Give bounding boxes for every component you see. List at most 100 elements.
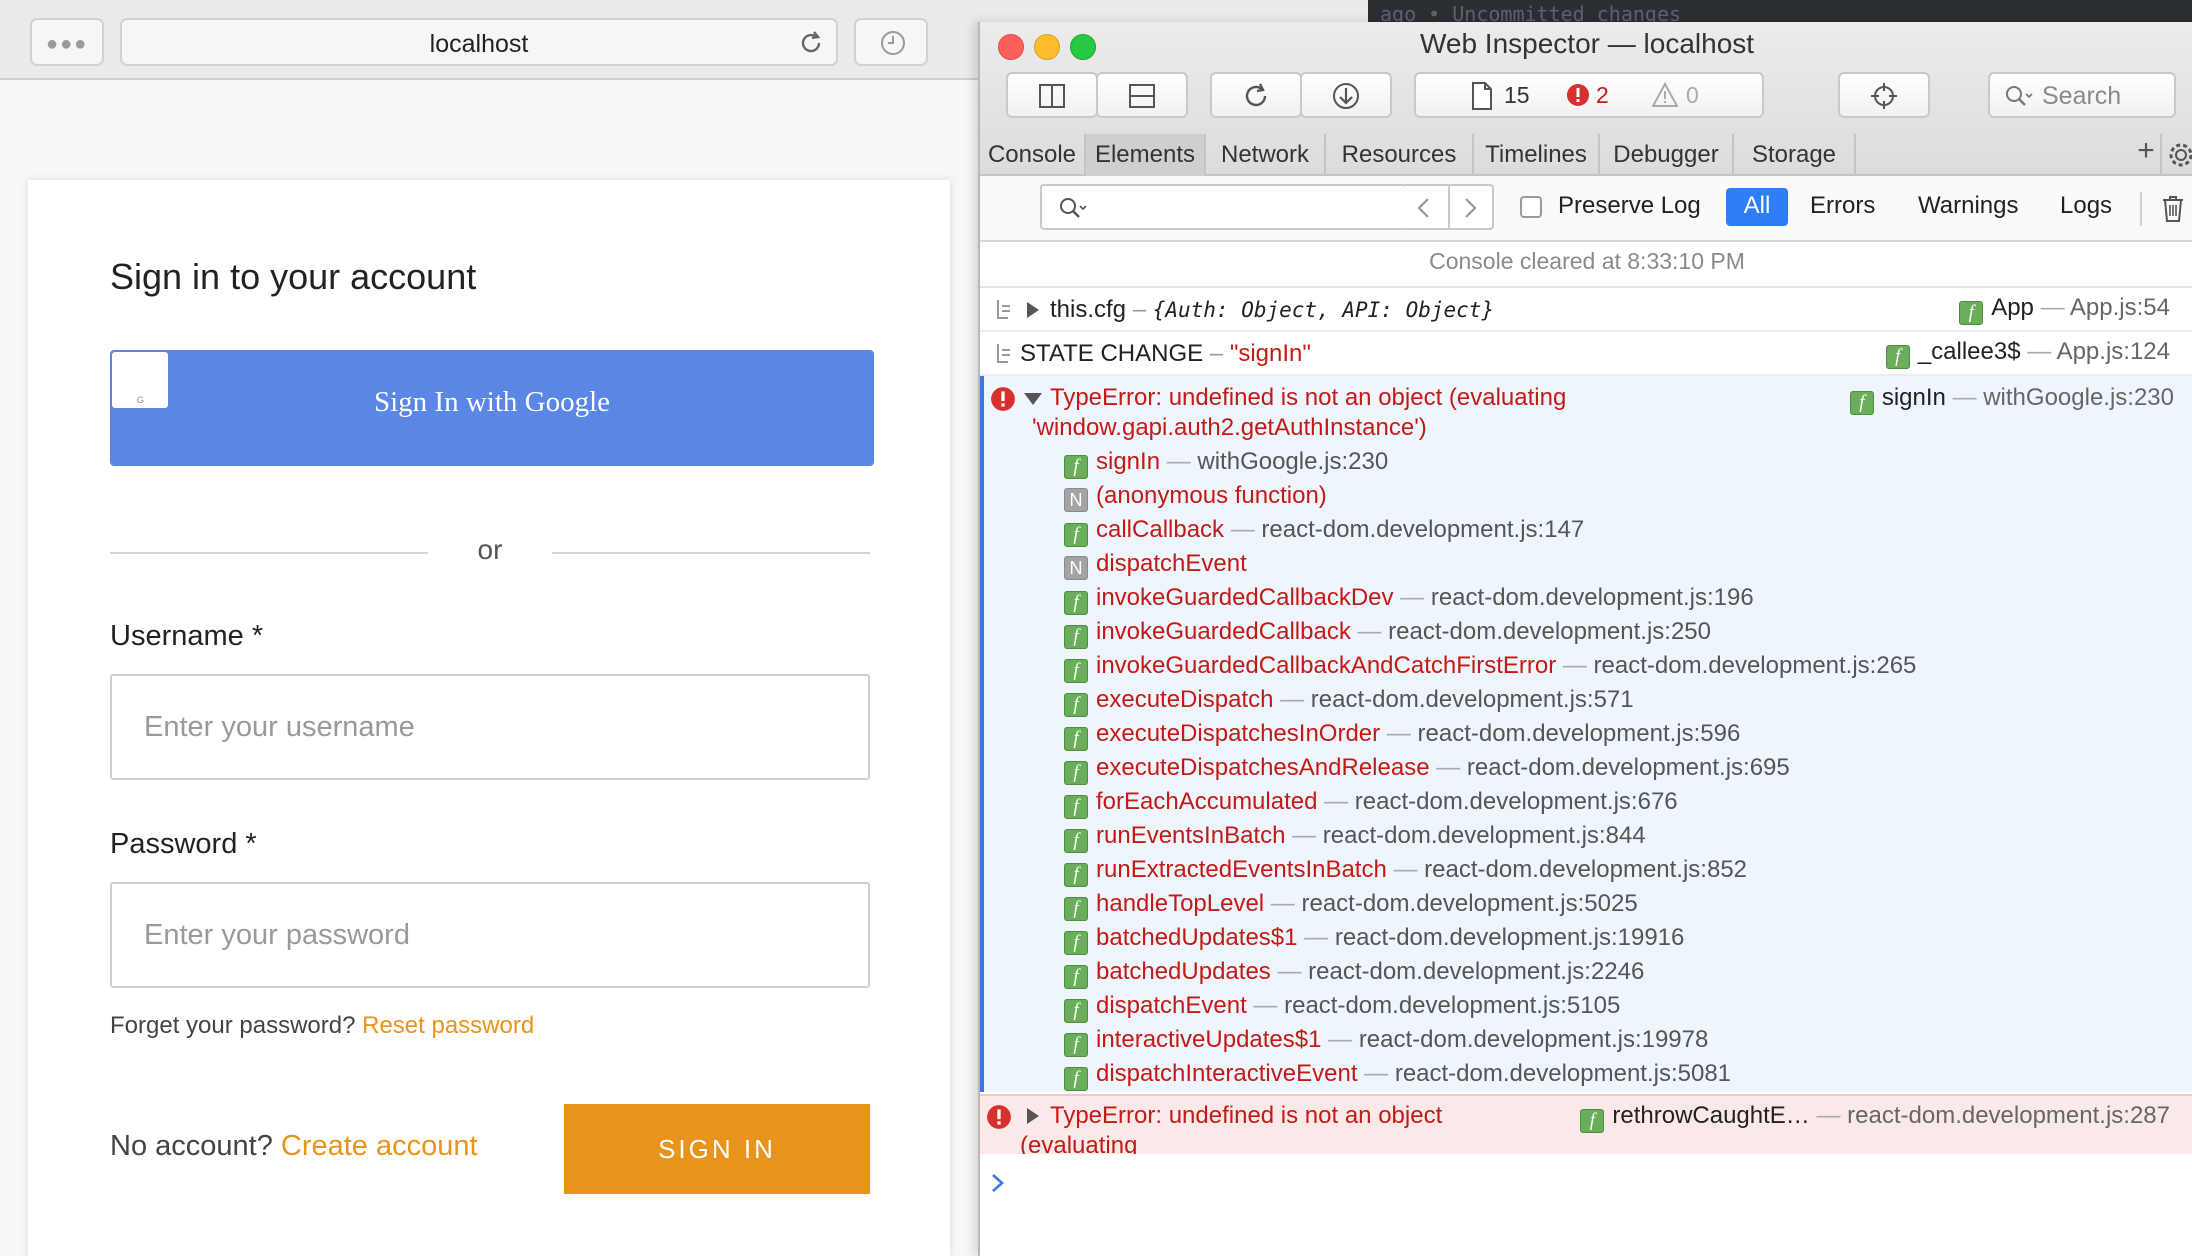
- error2-message-line2: (evaluating: [1020, 1132, 1138, 1154]
- stack-frame[interactable]: f invokeGuardedCallbackDev — react-dom.de…: [1064, 584, 1754, 615]
- function-icon: f: [1064, 761, 1088, 785]
- tab-debugger[interactable]: Debugger: [1600, 134, 1734, 176]
- frame-location: react-dom.development.js:19978: [1358, 1026, 1709, 1053]
- error-source[interactable]: f signIn — withGoogle.js:230: [1849, 384, 2174, 415]
- dock-bottom-button[interactable]: [1096, 72, 1188, 118]
- console-log-row: this.cfg – {Auth: Object, API: Object} f…: [980, 288, 2192, 332]
- chevron-left-icon[interactable]: [1414, 196, 1434, 220]
- tab-network[interactable]: Network: [1206, 134, 1326, 176]
- log-object-preview: {Auth: Object, API: Object}: [1152, 298, 1495, 322]
- trash-icon[interactable]: [2160, 194, 2186, 224]
- tab-console[interactable]: Console: [980, 134, 1086, 176]
- no-account-text: No account?: [110, 1130, 273, 1162]
- console-log-row: STATE CHANGE – "signIn" f _callee3$ — App…: [980, 332, 2192, 376]
- error-icon: [1567, 84, 1589, 106]
- filter-warnings-button[interactable]: Warnings: [1918, 192, 2018, 220]
- signin-button[interactable]: SIGN IN: [564, 1104, 870, 1194]
- tab-resources[interactable]: Resources: [1326, 134, 1474, 176]
- gear-icon[interactable]: [2168, 142, 2192, 168]
- history-button[interactable]: [854, 18, 928, 66]
- google-signin-button[interactable]: G Sign In with Google: [110, 350, 874, 466]
- log-separator: –: [1203, 340, 1230, 367]
- inspect-element-button[interactable]: [1838, 72, 1930, 118]
- dashboard-counts[interactable]: 15 2 0: [1414, 72, 1764, 118]
- frame-function: invokeGuardedCallbackAndCatchFirstError: [1096, 652, 1557, 679]
- reload-icon[interactable]: [796, 28, 826, 58]
- chevron-right-icon[interactable]: [1460, 196, 1480, 220]
- stack-frame[interactable]: f handleTopLevel — react-dom.development.…: [1064, 890, 1638, 921]
- stack-frame[interactable]: f dispatchEvent — react-dom.development.j…: [1064, 992, 1620, 1023]
- log-source[interactable]: f _callee3$ — App.js:124: [1885, 338, 2170, 369]
- frame-function: invokeGuardedCallbackDev: [1096, 584, 1394, 611]
- function-icon: f: [1064, 727, 1088, 751]
- create-account-link[interactable]: Create account: [281, 1130, 478, 1162]
- stack-frame[interactable]: f runEventsInBatch — react-dom.developmen…: [1064, 822, 1646, 853]
- frame-dash: —: [1317, 788, 1355, 815]
- log-icon: [997, 300, 1010, 319]
- stack-frame[interactable]: N (anonymous function): [1064, 482, 1327, 512]
- tab-timelines[interactable]: Timelines: [1474, 134, 1600, 176]
- disclosure-triangle-right-icon[interactable]: [1026, 1108, 1040, 1124]
- stack-frame[interactable]: f runExtractedEventsInBatch — react-dom.d…: [1064, 856, 1747, 887]
- frame-dash: —: [1357, 1060, 1395, 1087]
- frame-dash: —: [1321, 1026, 1359, 1053]
- disclosure-triangle-right-icon[interactable]: [1026, 302, 1040, 318]
- tab-overview-button[interactable]: ●●●: [30, 18, 104, 66]
- disclosure-triangle-down-icon[interactable]: [1024, 392, 1042, 406]
- console-filter-input[interactable]: [1040, 184, 1406, 230]
- dock-side-button[interactable]: [1006, 72, 1098, 118]
- console-prompt[interactable]: [980, 1154, 2192, 1214]
- forgot-password-text: Forget your password?: [110, 1012, 356, 1039]
- stack-frame[interactable]: f dispatchInteractiveEvent — react-dom.de…: [1064, 1060, 1731, 1091]
- tab-elements[interactable]: Elements: [1086, 134, 1206, 176]
- frame-function: executeDispatchesInOrder: [1096, 720, 1381, 747]
- function-icon: f: [1580, 1109, 1605, 1133]
- inspector-reload-button[interactable]: [1210, 72, 1302, 118]
- stack-frame[interactable]: f interactiveUpdates$1 — react-dom.develo…: [1064, 1026, 1708, 1057]
- stack-frame[interactable]: f invokeGuardedCallbackAndCatchFirstError…: [1064, 652, 1916, 683]
- frame-location: react-dom.development.js:596: [1417, 720, 1741, 747]
- stack-frame[interactable]: f executeDispatchesAndRelease — react-dom…: [1064, 754, 1790, 785]
- stack-frame[interactable]: f batchedUpdates — react-dom.development.…: [1064, 958, 1644, 989]
- address-bar[interactable]: localhost: [120, 18, 838, 66]
- filter-logs-button[interactable]: Logs: [2060, 192, 2112, 220]
- stack-frame[interactable]: f forEachAccumulated — react-dom.developm…: [1064, 788, 1678, 819]
- frame-function: callCallback: [1096, 516, 1225, 543]
- function-icon: f: [1064, 625, 1088, 649]
- preserve-log-checkbox[interactable]: [1520, 196, 1542, 218]
- source-location: react-dom.development.js:287: [1847, 1102, 2170, 1129]
- stack-frame[interactable]: f batchedUpdates$1 — react-dom.developmen…: [1064, 924, 1684, 955]
- tab-storage[interactable]: Storage: [1734, 134, 1856, 176]
- divider-right: [552, 552, 870, 554]
- stack-frame[interactable]: f invokeGuardedCallback — react-dom.devel…: [1064, 618, 1711, 649]
- frame-location: react-dom.development.js:196: [1430, 584, 1754, 611]
- stack-frame[interactable]: f executeDispatch — react-dom.development…: [1064, 686, 1634, 717]
- stack-frame[interactable]: f signIn — withGoogle.js:230: [1064, 448, 1388, 479]
- filter-navigation: [1404, 184, 1494, 230]
- native-icon: N: [1064, 488, 1088, 512]
- stack-frame[interactable]: f executeDispatchesInOrder — react-dom.de…: [1064, 720, 1740, 751]
- stack-frame[interactable]: f callCallback — react-dom.development.js…: [1064, 516, 1584, 547]
- frame-location: react-dom.development.js:5105: [1284, 992, 1621, 1019]
- create-account-row: No account? Create account: [110, 1130, 478, 1163]
- frame-function: signIn: [1096, 448, 1161, 475]
- frame-function: handleTopLevel: [1096, 890, 1265, 917]
- password-input[interactable]: [110, 882, 870, 988]
- error-message-line1: TypeError: undefined is not an object (e…: [1050, 384, 1567, 411]
- reset-password-link[interactable]: Reset password: [362, 1012, 534, 1039]
- function-icon: f: [1064, 659, 1088, 683]
- filter-all-button[interactable]: All: [1726, 188, 1788, 226]
- log-text: STATE CHANGE: [1020, 340, 1204, 367]
- stack-frame[interactable]: NdispatchEvent: [1064, 550, 1247, 580]
- add-tab-icon[interactable]: +: [2132, 134, 2162, 176]
- log-separator: –: [1126, 296, 1153, 323]
- filter-errors-button[interactable]: Errors: [1810, 192, 1875, 220]
- download-archive-button[interactable]: [1300, 72, 1392, 118]
- username-input[interactable]: [110, 674, 870, 780]
- crosshair-icon: [1871, 83, 1897, 109]
- error2-source[interactable]: f rethrowCaughtE… — react-dom.development…: [1580, 1102, 2170, 1133]
- log-source[interactable]: f App — App.js:54: [1959, 294, 2170, 325]
- inspector-title: Web Inspector — localhost: [1419, 28, 1755, 59]
- inspector-search-field[interactable]: Search: [1988, 72, 2176, 118]
- frame-location: react-dom.development.js:2246: [1308, 958, 1645, 985]
